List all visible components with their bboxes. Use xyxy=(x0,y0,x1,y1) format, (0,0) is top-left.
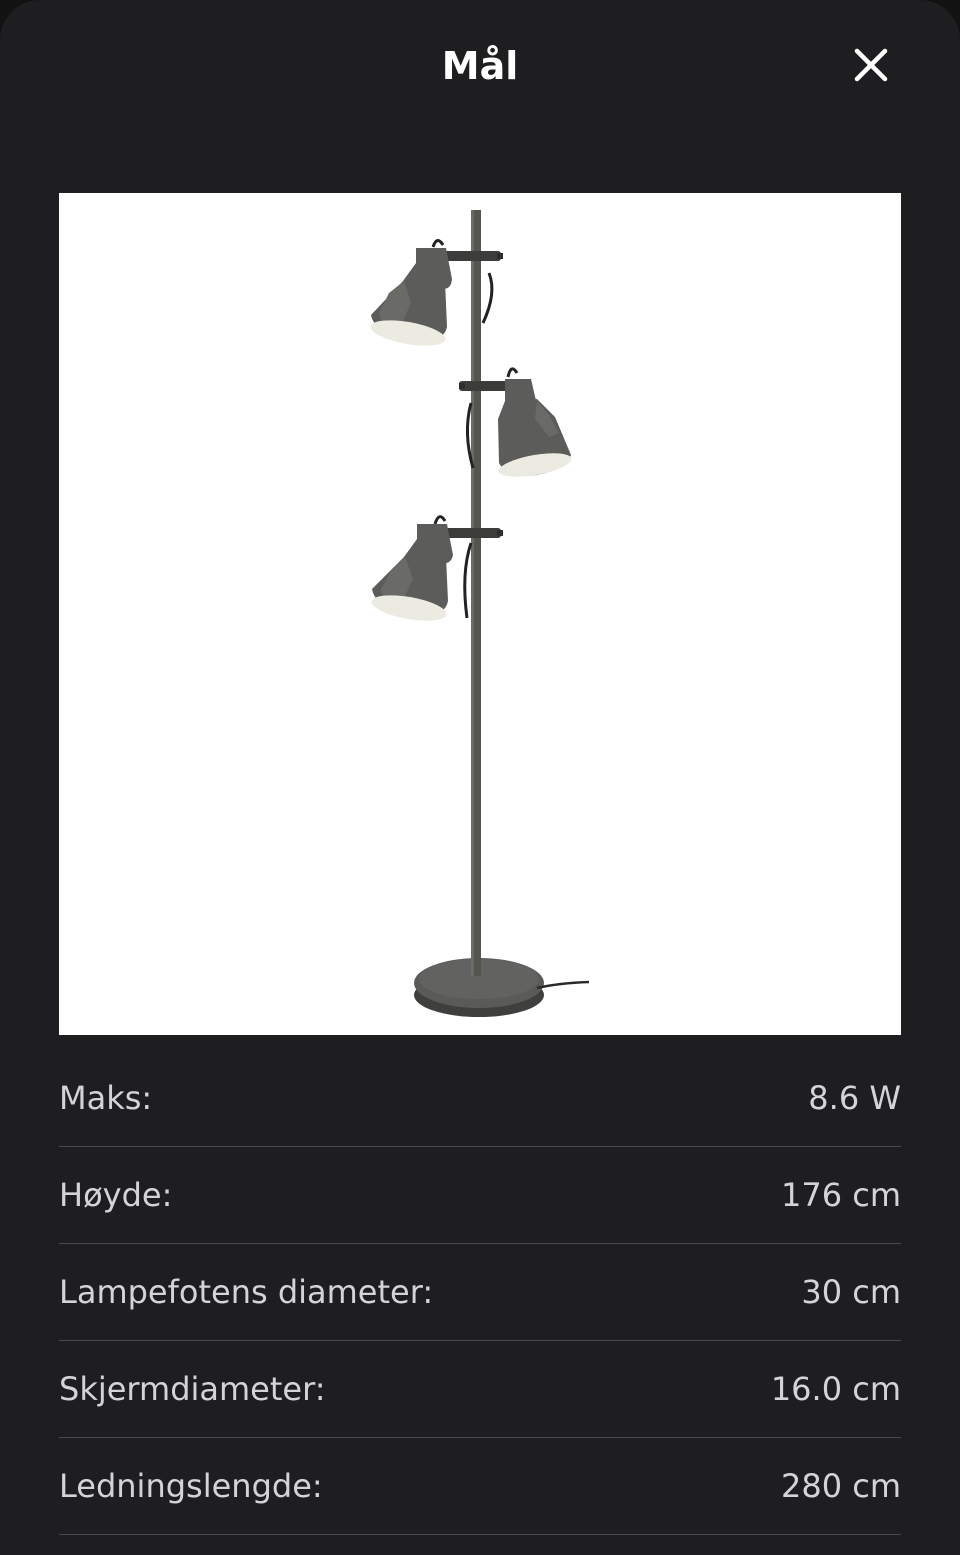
spec-value: 16.0 cm xyxy=(770,1370,901,1408)
spec-value: 280 cm xyxy=(780,1467,901,1505)
close-button[interactable] xyxy=(846,40,896,90)
spec-label: Maks: xyxy=(59,1079,153,1117)
floor-lamp-illustration xyxy=(370,210,590,1017)
close-icon xyxy=(854,48,888,82)
page-title: Mål xyxy=(441,44,519,88)
spec-row-cord-length: Ledningslengde: 280 cm xyxy=(59,1438,901,1535)
spec-row-base-diameter: Lampefotens diameter: 30 cm xyxy=(59,1244,901,1341)
spec-value: 30 cm xyxy=(801,1273,901,1311)
specs-list: Maks: 8.6 W Høyde: 176 cm Lampefotens di… xyxy=(59,1050,901,1535)
spec-value: 8.6 W xyxy=(808,1079,901,1117)
dimensions-sheet: Mål Maks: 8.6 W Høyde: 176 cm Lampefoten… xyxy=(0,0,960,1555)
spec-value: 176 cm xyxy=(780,1176,901,1214)
spec-label: Høyde: xyxy=(59,1176,173,1214)
spec-row-shade-diameter: Skjermdiameter: 16.0 cm xyxy=(59,1341,901,1438)
spec-row-height: Høyde: 176 cm xyxy=(59,1147,901,1244)
spec-row-max: Maks: 8.6 W xyxy=(59,1050,901,1147)
product-image xyxy=(59,193,901,1035)
spec-label: Ledningslengde: xyxy=(59,1467,323,1505)
spec-label: Skjermdiameter: xyxy=(59,1370,326,1408)
spec-label: Lampefotens diameter: xyxy=(59,1273,434,1311)
